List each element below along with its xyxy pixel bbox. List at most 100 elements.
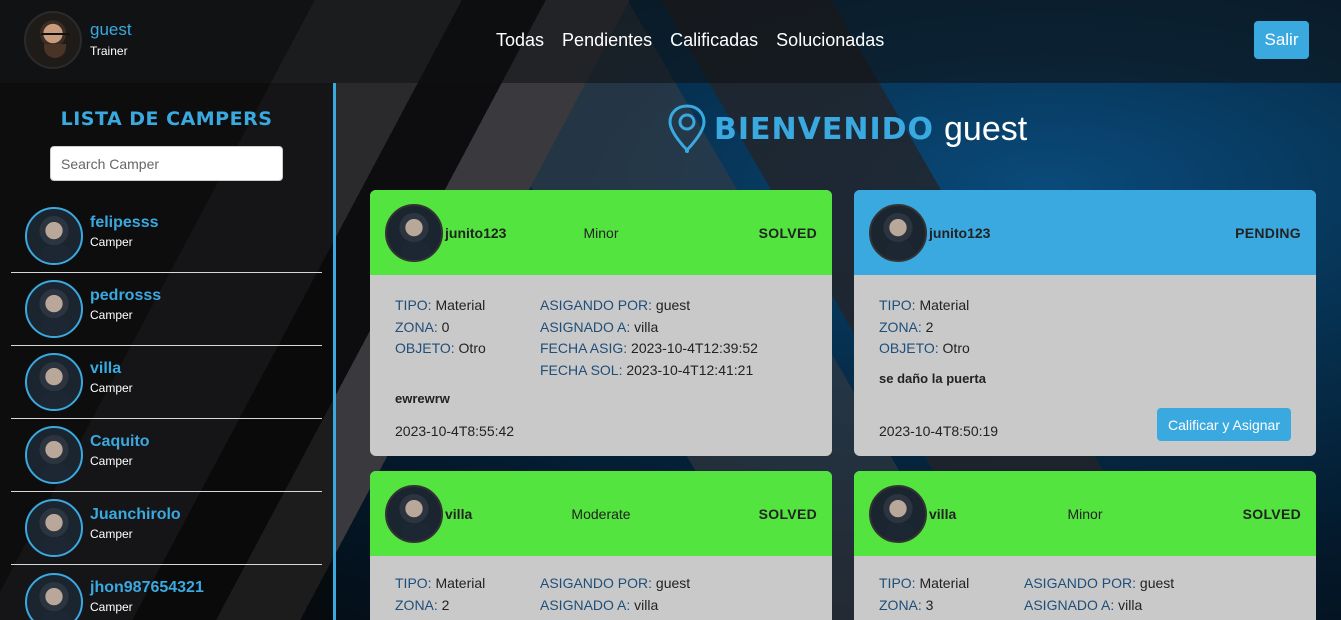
camper-role: Camper	[90, 453, 133, 468]
camper-avatar	[25, 572, 83, 620]
zona-label: ZONA:	[395, 318, 438, 335]
reporter-avatar	[869, 484, 927, 543]
nav-calificadas[interactable]: Calificadas	[670, 30, 758, 51]
camper-avatar	[25, 426, 83, 484]
status-badge: SOLVED	[758, 224, 817, 241]
tipo-label: TIPO:	[879, 575, 916, 591]
objeto-label: OBJETO:	[395, 340, 455, 356]
camper-avatar	[25, 207, 83, 265]
camper-name: Caquito	[90, 432, 150, 450]
sidebar-divider	[333, 83, 336, 620]
objeto-value: Otro	[458, 340, 486, 356]
camper-item[interactable]: villa Camper	[11, 346, 322, 419]
report-date: 2023-10-4T8:55:42	[395, 423, 515, 439]
card-body: TIPO: Material ZONA: 2 OBJETO: Otro se d…	[854, 275, 1316, 441]
asignado-por-value: guest	[1139, 575, 1175, 591]
card-body: TIPO: Material ZONA: 3 ASIGANDO POR: gue…	[854, 556, 1316, 616]
report-card: villa Minor SOLVED TIPO: Material ZONA: …	[854, 471, 1316, 620]
asignado-por-value: guest	[655, 297, 691, 313]
user-name: guest	[90, 20, 132, 39]
reporter-avatar	[385, 203, 443, 262]
camper-name: villa	[90, 359, 122, 377]
fecha-sol-value: 2023-10-4T12:41:21	[626, 361, 754, 378]
welcome-word: BIENVENIDO	[714, 111, 935, 147]
camper-item[interactable]: jhon987654321 Camper	[11, 565, 322, 620]
status-badge: PENDING	[1235, 224, 1301, 241]
camper-role: Camper	[90, 234, 133, 249]
camper-item[interactable]: felipesss Camper	[11, 200, 322, 273]
report-description: ewrewrw	[395, 391, 450, 406]
asignado-a-label: ASIGNADO A:	[1024, 596, 1115, 613]
sidebar-title: LISTA DE CAMPERS	[60, 108, 273, 130]
card-body: TIPO: Material ZONA: 0 OBJETO: Otro ASIG…	[370, 275, 832, 439]
logout-button[interactable]: Salir	[1254, 21, 1309, 59]
camper-list: felipesss Camper pedrosss Camper villa Camp…	[11, 200, 322, 620]
zona-value: 0	[441, 318, 450, 335]
tipo-value: Material	[435, 575, 486, 591]
zona-value: 2	[925, 318, 934, 335]
zona-value: 2	[441, 596, 450, 613]
camper-name: pedrosss	[90, 286, 162, 304]
asignado-a-label: ASIGNADO A:	[540, 596, 631, 613]
report-card: junito123 Minor SOLVED TIPO: Material ZO…	[370, 190, 832, 456]
objeto-label: OBJETO:	[879, 340, 939, 356]
status-badge: SOLVED	[758, 505, 817, 522]
camper-role: Camper	[90, 600, 133, 614]
camper-name: jhon987654321	[90, 579, 204, 596]
location-pin-icon	[668, 104, 706, 153]
status-badge: SOLVED	[1242, 505, 1301, 522]
fecha-sol-label: FECHA SOL:	[540, 361, 623, 378]
zona-label: ZONA:	[395, 596, 438, 613]
asignado-a-value: villa	[1118, 596, 1143, 613]
tipo-label: TIPO:	[879, 297, 916, 313]
report-card: junito123 PENDING TIPO: Material ZONA: 2…	[854, 190, 1316, 456]
nav-solucionadas[interactable]: Solucionadas	[776, 30, 884, 51]
welcome-heading: BIENVENIDO guest	[668, 104, 1027, 154]
report-description: se daño la puerta	[879, 370, 986, 386]
fecha-asig-label: FECHA ASIG:	[540, 340, 628, 356]
main-nav: Todas Pendientes Calificadas Solucionada…	[496, 30, 884, 51]
reporter-name: villa	[445, 505, 473, 522]
camper-avatar	[25, 499, 83, 557]
report-date: 2023-10-4T8:50:19	[879, 423, 999, 439]
campers-sidebar: LISTA DE CAMPERS felipesss Camper pedross…	[0, 83, 333, 620]
zona-value: 3	[925, 596, 934, 613]
user-role: Trainer	[90, 44, 128, 58]
zona-label: ZONA:	[879, 596, 922, 613]
nav-pendientes[interactable]: Pendientes	[562, 30, 652, 51]
top-header: guest Trainer Todas Pendientes Calificad…	[0, 0, 1341, 83]
camper-item[interactable]: pedrosss Camper	[11, 273, 322, 346]
reporter-name: junito123	[445, 224, 507, 241]
tipo-value: Material	[435, 297, 486, 313]
fecha-asig-value: 2023-10-4T12:39:52	[631, 340, 758, 356]
asignado-a-label: ASIGNADO A:	[540, 318, 631, 335]
tipo-value: Material	[919, 575, 970, 591]
camper-role: Camper	[90, 380, 133, 395]
calificar-asignar-button[interactable]: Calificar y Asignar	[1157, 408, 1291, 441]
tipo-label: TIPO:	[395, 297, 432, 313]
asignado-a-value: villa	[634, 596, 659, 613]
camper-avatar	[25, 280, 83, 338]
card-header: junito123 PENDING	[854, 190, 1316, 275]
asignado-por-label: ASIGANDO POR:	[1024, 575, 1137, 591]
tipo-value: Material	[919, 297, 970, 313]
camper-name: felipesss	[90, 213, 159, 231]
asignado-por-label: ASIGANDO POR:	[540, 297, 653, 313]
camper-item[interactable]: Caquito Camper	[11, 419, 322, 492]
card-body: TIPO: Material ZONA: 2 ASIGANDO POR: gue…	[370, 556, 832, 616]
card-header: villa Minor SOLVED	[854, 471, 1316, 556]
camper-item[interactable]: Juanchirolo Camper	[11, 492, 322, 565]
welcome-user: guest	[944, 109, 1028, 148]
asignado-a-value: villa	[634, 318, 659, 335]
camper-role: Camper	[90, 526, 133, 541]
asignado-por-label: ASIGANDO POR:	[540, 575, 653, 591]
user-profile[interactable]: guest Trainer	[24, 11, 132, 69]
camper-avatar	[25, 353, 83, 411]
nav-todas[interactable]: Todas	[496, 30, 544, 51]
search-camper-input[interactable]	[50, 146, 283, 181]
objeto-value: Otro	[942, 340, 970, 356]
reporter-avatar	[869, 203, 927, 262]
zona-label: ZONA:	[879, 318, 922, 335]
reporter-name: villa	[929, 505, 957, 522]
report-card: villa Moderate SOLVED TIPO: Material ZON…	[370, 471, 832, 620]
